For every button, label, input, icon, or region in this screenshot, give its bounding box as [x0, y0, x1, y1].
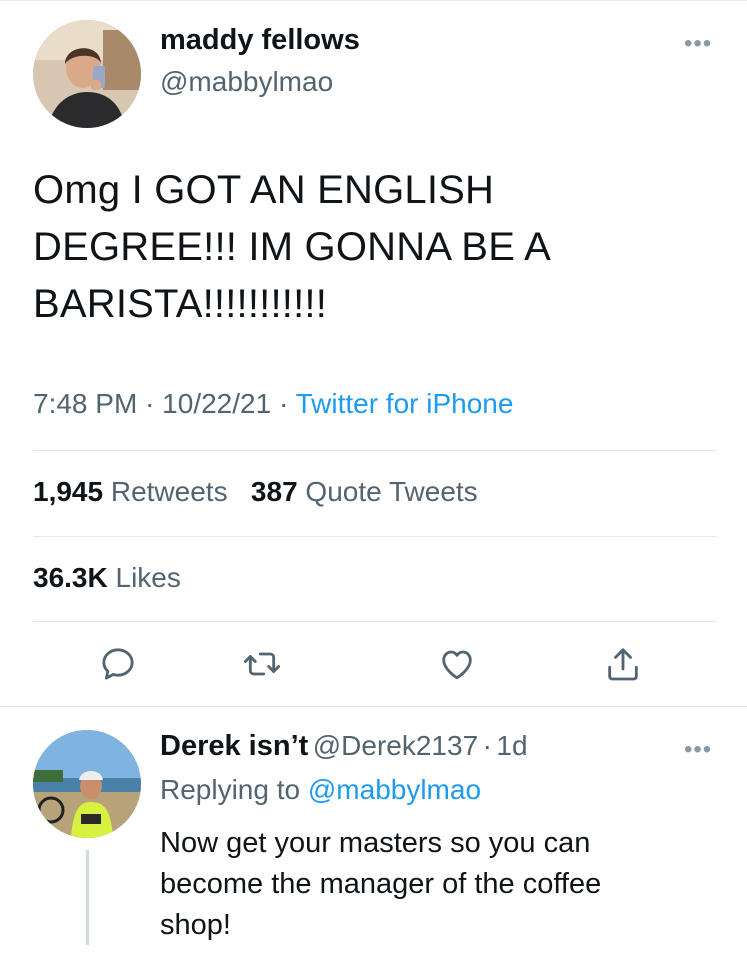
author-name[interactable]: maddy fellows	[160, 24, 360, 57]
retweet-button[interactable]	[242, 644, 282, 684]
meta-separator: ·	[278, 388, 289, 419]
quotes-count: 387	[250, 476, 298, 507]
retweets-count: 1,945	[33, 476, 104, 507]
like-button[interactable]	[437, 644, 477, 684]
likes-count: 36.3K	[33, 562, 108, 593]
reply-separator: ·	[482, 730, 492, 761]
retweet-stats: 1,945 Retweets 387 Quote Tweets	[33, 476, 478, 508]
thread-connector-line	[86, 850, 89, 945]
reply-author-handle[interactable]: @Derek2137	[313, 730, 478, 761]
retweets-link[interactable]: 1,945 Retweets	[33, 476, 235, 507]
tweet-source[interactable]: Twitter for iPhone	[296, 388, 514, 419]
quotes-link[interactable]: 387 Quote Tweets	[251, 476, 478, 507]
reply-text-line: become the manager of the coffee	[160, 868, 602, 900]
reply-text-line: shop!	[160, 909, 231, 941]
tweet-text-line: BARISTA!!!!!!!!!!!	[33, 282, 328, 326]
reply-author-avatar[interactable]	[33, 730, 141, 838]
divider	[0, 706, 747, 707]
replying-to-label: Replying to	[160, 774, 301, 805]
tweet-meta: 7:48 PM · 10/22/21 · Twitter for iPhone	[33, 388, 513, 420]
replying-to-handle[interactable]: @mabbylmao	[308, 774, 481, 805]
tweet-time[interactable]: 7:48 PM	[33, 388, 137, 419]
divider	[33, 621, 717, 622]
tweet-text: Omg I GOT AN ENGLISH DEGREE!!! IM GONNA …	[33, 162, 723, 333]
avatar-photo	[33, 20, 141, 128]
reply-text-line: Now get your masters so you can	[160, 827, 591, 859]
reply-icon	[102, 648, 134, 680]
reply-age[interactable]: 1d	[496, 730, 527, 761]
top-divider	[0, 0, 747, 1]
divider	[33, 450, 717, 451]
tweet-text-line: DEGREE!!! IM GONNA BE A	[33, 225, 552, 269]
reply-header: Derek isn’t @Derek2137 · 1d	[160, 730, 528, 763]
share-button[interactable]	[603, 644, 643, 684]
reply-text: Now get your masters so you can become t…	[160, 823, 730, 946]
author-handle[interactable]: @mabbylmao	[160, 66, 333, 98]
quotes-label: Quote Tweets	[305, 476, 478, 507]
likes-label: Likes	[115, 562, 181, 593]
divider	[33, 536, 717, 537]
likes-link[interactable]: 36.3K Likes	[33, 562, 181, 594]
retweets-label: Retweets	[110, 476, 228, 507]
share-icon	[608, 648, 638, 681]
reply-button[interactable]	[98, 644, 138, 684]
retweet-icon	[243, 652, 281, 676]
meta-separator: ·	[145, 388, 155, 419]
tweet-date[interactable]: 10/22/21	[162, 388, 271, 419]
reply-author-name[interactable]: Derek isn’t	[160, 730, 308, 762]
author-avatar[interactable]	[33, 20, 141, 128]
heart-icon	[442, 650, 472, 680]
more-options-icon[interactable]: •••	[684, 30, 712, 58]
avatar-photo	[33, 730, 141, 838]
replying-to: Replying to @mabbylmao	[160, 774, 481, 806]
reply-more-options-icon[interactable]: •••	[684, 736, 712, 764]
tweet-text-line: Omg I GOT AN ENGLISH	[33, 168, 495, 212]
